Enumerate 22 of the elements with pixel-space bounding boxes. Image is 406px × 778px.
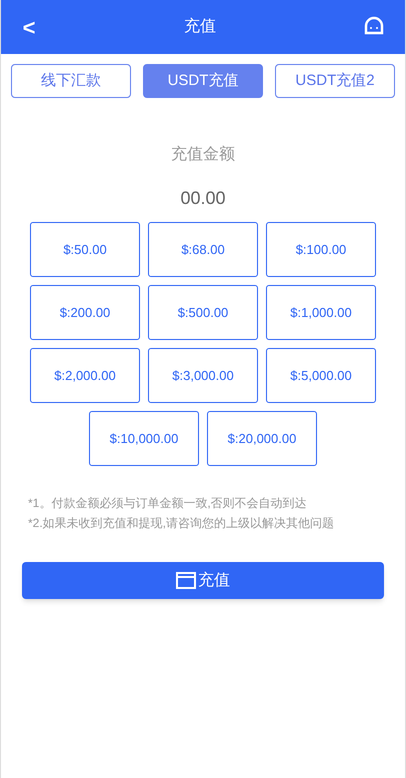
amount-option[interactable]: $:100.00	[266, 222, 376, 277]
amount-label: 充值金额	[170, 144, 236, 165]
tab[interactable]: USDT充值2	[275, 64, 395, 98]
card-icon	[176, 572, 196, 589]
note-text: *2.如果未收到充值和提现,请咨询您的上级以解决其他问题	[28, 515, 336, 532]
tab[interactable]: USDT充值	[143, 64, 263, 98]
amount-option[interactable]: $:2,000.00	[30, 348, 140, 403]
note-text: *1。付款金额必须与订单金额一致,否则不会自动到达	[28, 495, 308, 512]
tab[interactable]: 线下汇款	[11, 64, 131, 98]
amount-option[interactable]: $:50.00	[30, 222, 140, 277]
back-button[interactable]: <	[21, 10, 37, 44]
amount-option[interactable]: $:1,000.00	[266, 285, 376, 340]
amount-option[interactable]: $:68.00	[148, 222, 258, 277]
page-title: 充值	[184, 16, 216, 37]
amount-option[interactable]: $:3,000.00	[148, 348, 258, 403]
amount-option[interactable]: $:10,000.00	[89, 411, 199, 466]
amount-value: 00.00	[179, 187, 227, 210]
amount-option[interactable]: $:200.00	[30, 285, 140, 340]
amount-option[interactable]: $:5,000.00	[266, 348, 376, 403]
amount-option[interactable]: $:20,000.00	[207, 411, 317, 466]
amount-option[interactable]: $:500.00	[148, 285, 258, 340]
recharge-button[interactable]: 充值	[22, 562, 384, 599]
